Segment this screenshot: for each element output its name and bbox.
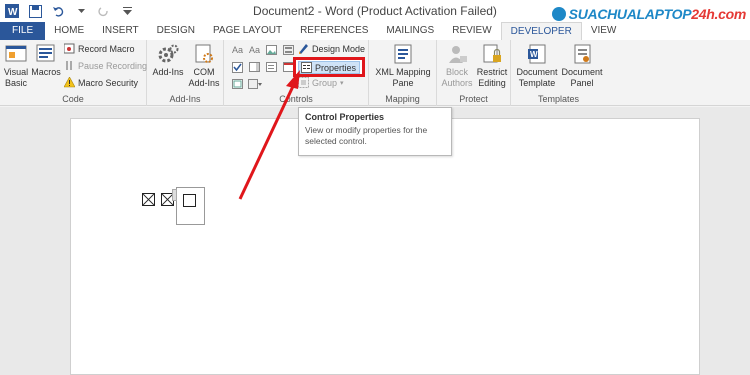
- group-label-add-ins: Add-Ins: [169, 94, 201, 104]
- warning-icon: [64, 77, 75, 88]
- checkbox-control-icon[interactable]: [230, 59, 245, 75]
- pause-icon: [64, 60, 75, 71]
- macros-label: Macros: [31, 67, 61, 77]
- tab-design[interactable]: DESIGN: [148, 22, 204, 40]
- xml-mapping-icon: [392, 43, 414, 65]
- group-label-templates: Templates: [537, 94, 580, 104]
- com-add-ins-label: COM Add-Ins: [188, 67, 220, 88]
- pause-recording-button[interactable]: Pause Recording: [64, 60, 147, 71]
- properties-icon: [301, 62, 312, 73]
- document-panel-label: Document Panel: [561, 67, 603, 88]
- block-authors-button[interactable]: Block Authors: [440, 43, 474, 89]
- dropdown-list-control-icon[interactable]: [264, 59, 279, 75]
- restrict-editing-icon: [481, 43, 503, 65]
- add-ins-button[interactable]: Add-Ins: [152, 43, 184, 78]
- design-mode-icon: [298, 43, 309, 54]
- block-authors-icon: [446, 43, 468, 65]
- ribbon-tabs: FILE HOME INSERT DESIGN PAGE LAYOUT REFE…: [0, 22, 750, 40]
- group-label-protect: Protect: [459, 94, 488, 104]
- design-mode-button[interactable]: Design Mode: [298, 43, 365, 54]
- tab-review[interactable]: REVIEW: [443, 22, 500, 40]
- group-label-code: Code: [62, 94, 84, 104]
- macros-icon: [35, 43, 57, 65]
- tab-page-layout[interactable]: PAGE LAYOUT: [204, 22, 291, 40]
- restrict-editing-button[interactable]: Restrict Editing: [475, 43, 509, 89]
- document-page[interactable]: [70, 118, 700, 375]
- control-properties-tooltip: Control Properties View or modify proper…: [298, 107, 452, 156]
- pause-recording-label: Pause Recording: [78, 60, 148, 71]
- ribbon: Visual Basic Macros Record Macro Pause R…: [0, 40, 750, 145]
- brand-watermark: SUACHUALAPTOP24h.com: [551, 6, 746, 22]
- group-label: Group: [312, 77, 338, 88]
- tab-developer[interactable]: DEVELOPER: [500, 22, 582, 40]
- group-button[interactable]: Group ▾: [298, 77, 344, 88]
- selected-checkbox-control[interactable]: [172, 187, 205, 225]
- tooltip-body: View or modify properties for the select…: [305, 125, 428, 146]
- visual-basic-button[interactable]: Visual Basic: [2, 43, 30, 89]
- gear-icon: [157, 43, 179, 65]
- building-block-control-icon[interactable]: [281, 42, 296, 58]
- tab-insert[interactable]: INSERT: [93, 22, 148, 40]
- macros-button[interactable]: Macros: [31, 43, 61, 78]
- record-macro-label: Record Macro: [78, 43, 135, 54]
- control-handle[interactable]: [172, 189, 177, 201]
- checkbox-unchecked-icon: [183, 194, 196, 207]
- title-bar: W Document2 - Word (Product Activation F…: [0, 0, 750, 22]
- macro-security-button[interactable]: Macro Security: [64, 77, 138, 88]
- group-add-ins: Add-Ins COM Add-Ins Add-Ins: [147, 40, 224, 106]
- combo-box-control-icon[interactable]: [247, 59, 262, 75]
- properties-button-highlight: Properties: [293, 57, 365, 77]
- properties-label: Properties: [315, 62, 357, 73]
- rich-text-control-icon[interactable]: Aa: [230, 42, 245, 58]
- tab-mailings[interactable]: MAILINGS: [377, 22, 443, 40]
- document-template-label: Document Template: [516, 67, 558, 88]
- group-templates: W Document Template Document Panel Templ…: [511, 40, 606, 106]
- plain-text-control-icon[interactable]: Aa: [247, 42, 262, 58]
- xml-mapping-pane-button[interactable]: XML Mapping Pane: [372, 43, 434, 89]
- brand-text: SUACHUALAPTOP: [568, 6, 692, 22]
- restrict-editing-label: Restrict Editing: [476, 67, 508, 88]
- brand-logo-icon: [551, 7, 566, 21]
- document-template-icon: W: [526, 43, 548, 65]
- document-panel-button[interactable]: Document Panel: [560, 43, 604, 89]
- tab-home[interactable]: HOME: [45, 22, 93, 40]
- content-controls-gallery: Aa Aa: [230, 42, 296, 92]
- properties-button[interactable]: Properties: [298, 61, 360, 74]
- visual-basic-icon: [5, 43, 27, 65]
- record-macro-button[interactable]: Record Macro: [64, 43, 135, 54]
- com-add-ins-button[interactable]: COM Add-Ins: [187, 43, 221, 89]
- tab-file[interactable]: FILE: [0, 22, 46, 40]
- group-icon: [298, 77, 309, 88]
- picture-control-icon[interactable]: [264, 42, 279, 58]
- record-macro-icon: [64, 43, 75, 54]
- design-mode-label: Design Mode: [312, 43, 366, 54]
- macro-security-label: Macro Security: [78, 77, 139, 88]
- repeating-section-control-icon[interactable]: [230, 76, 245, 92]
- group-dropdown-icon: ▾: [340, 79, 344, 87]
- tab-references[interactable]: REFERENCES: [291, 22, 377, 40]
- add-ins-label: Add-Ins: [152, 67, 184, 77]
- visual-basic-label: Visual Basic: [3, 67, 29, 88]
- document-panel-icon: [571, 43, 593, 65]
- svg-text:W: W: [530, 50, 538, 59]
- tooltip-title: Control Properties: [305, 112, 385, 122]
- group-label-mapping: Mapping: [385, 94, 420, 104]
- group-code: Visual Basic Macros Record Macro Pause R…: [0, 40, 147, 106]
- group-label-controls: Controls: [279, 94, 313, 104]
- com-add-ins-icon: [193, 43, 215, 65]
- checkbox-content-control[interactable]: [142, 193, 155, 206]
- xml-mapping-pane-label: XML Mapping Pane: [375, 67, 431, 88]
- document-template-button[interactable]: W Document Template: [515, 43, 559, 89]
- block-authors-label: Block Authors: [441, 67, 473, 88]
- tab-view[interactable]: VIEW: [582, 22, 626, 40]
- group-mapping: XML Mapping Pane Mapping: [369, 40, 437, 106]
- group-protect: Block Authors Restrict Editing Protect: [437, 40, 511, 106]
- legacy-tools-icon[interactable]: [247, 76, 262, 92]
- brand-text-suffix: 24h.com: [691, 6, 746, 22]
